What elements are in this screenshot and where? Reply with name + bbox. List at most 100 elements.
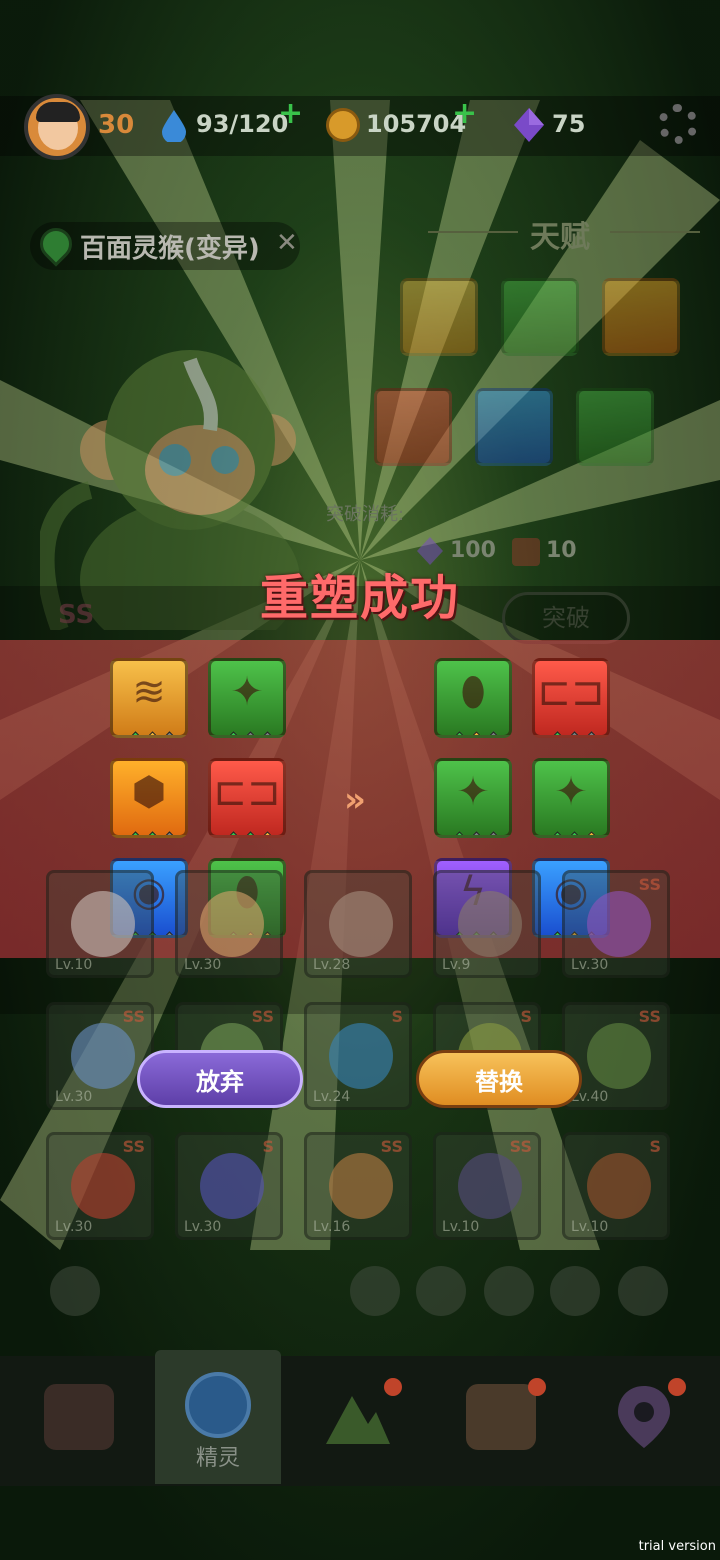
gear-icon[interactable] (658, 104, 698, 144)
quality-dot (159, 731, 179, 735)
before-talent-card[interactable]: ⊏⊐ (208, 758, 286, 838)
quality-dot (564, 831, 584, 835)
pet-level: Lv.16 (313, 1219, 351, 1235)
nav-bag-icon[interactable] (466, 1384, 536, 1450)
talent-slot-2[interactable] (501, 278, 579, 356)
before-talent-card[interactable]: ⬢ (110, 758, 188, 838)
avatar[interactable] (24, 94, 90, 160)
abandon-button[interactable]: 放弃 (137, 1050, 303, 1108)
nav-map-icon[interactable] (322, 1386, 392, 1448)
replace-button[interactable]: 替换 (416, 1050, 582, 1108)
nav-home-icon[interactable] (44, 1384, 114, 1450)
quality-dot (142, 831, 162, 835)
pet-card[interactable]: SS Lv.16 (304, 1132, 412, 1240)
quality-dot (483, 731, 503, 735)
pet-name: 百面灵猴(变异) (80, 234, 260, 264)
pet-portrait (587, 1153, 651, 1219)
pet-portrait (71, 891, 135, 957)
quality-dot (449, 831, 469, 835)
talent-slot-4[interactable] (374, 388, 452, 466)
player-level: 30 (98, 110, 135, 140)
pet-card[interactable]: SS Lv.40 (562, 1002, 670, 1110)
green-drop-icon: ⬮ (460, 669, 486, 716)
nav-location-icon[interactable] (614, 1382, 674, 1452)
quality-dot (223, 731, 243, 735)
quality-dots (113, 731, 185, 735)
grass-filter-button[interactable] (484, 1266, 534, 1316)
pet-rank: SS (638, 1007, 661, 1026)
pet-card[interactable]: SS Lv.10 (433, 1132, 541, 1240)
pet-card[interactable]: S Lv.24 (304, 1002, 412, 1110)
gem-value: 75 (552, 110, 586, 138)
energy-add-button[interactable]: + (278, 96, 303, 131)
quality-dot (257, 731, 277, 735)
coin-add-button[interactable]: + (452, 96, 477, 131)
nav-pet-label: 精灵 (195, 1446, 240, 1471)
lightning-filter-button[interactable] (618, 1266, 668, 1316)
earth-filter-button[interactable] (550, 1266, 600, 1316)
pet-portrait (71, 1153, 135, 1219)
quality-dot (257, 831, 277, 835)
nav-bag-badge (528, 1378, 546, 1396)
pet-card[interactable]: Lv.9 (433, 870, 541, 978)
talent-slot-1[interactable] (400, 278, 478, 356)
crystal-icon: ⬢ (131, 769, 167, 816)
quality-dots (211, 731, 283, 735)
pet-card[interactable]: SS Lv.30 (46, 1002, 154, 1110)
quality-dot (547, 831, 567, 835)
nav-pet-icon[interactable] (185, 1372, 251, 1438)
quality-dots (437, 731, 509, 735)
quality-dots (113, 831, 185, 835)
pet-level: Lv.30 (571, 957, 609, 973)
green-spike-icon: ✦ (554, 769, 588, 816)
quality-dots (535, 831, 607, 835)
quality-dots (211, 831, 283, 835)
clear-filter-button[interactable] (50, 1266, 100, 1316)
talent-slot-5[interactable] (475, 388, 553, 466)
before-talent-card[interactable]: ≋ (110, 658, 188, 738)
pet-portrait (587, 891, 651, 957)
quality-dot (564, 731, 584, 735)
arrow-right-icon: » (344, 780, 366, 820)
quality-dot (483, 831, 503, 835)
pet-card[interactable]: Lv.10 (46, 870, 154, 978)
before-talent-card[interactable]: ✦ (208, 658, 286, 738)
water-filter-button[interactable] (416, 1266, 466, 1316)
pet-level: Lv.30 (184, 957, 222, 973)
green-spike-icon: ✦ (230, 669, 264, 716)
pet-rank: SS (122, 1007, 145, 1026)
quality-dot (581, 831, 601, 835)
after-talent-card[interactable]: ⬮ (434, 658, 512, 738)
pet-level: Lv.10 (55, 957, 93, 973)
pet-portrait (329, 1153, 393, 1219)
pet-card[interactable]: S Lv.10 (562, 1132, 670, 1240)
talent-title: 天赋 (530, 220, 590, 255)
pet-level: Lv.10 (571, 1219, 609, 1235)
pet-portrait (329, 1023, 393, 1089)
pet-card[interactable]: S Lv.30 (175, 1132, 283, 1240)
pet-card[interactable]: SS Lv.30 (562, 870, 670, 978)
pet-level: Lv.30 (184, 1219, 222, 1235)
pet-rank: S (391, 1007, 403, 1026)
pet-card[interactable]: SS Lv.30 (46, 1132, 154, 1240)
after-talent-card[interactable]: ✦ (434, 758, 512, 838)
pet-rank: SS (251, 1007, 274, 1026)
gem-icon (514, 108, 544, 142)
pet-level: Lv.10 (442, 1219, 480, 1235)
energy-drop-icon (162, 110, 186, 142)
fire-filter-button[interactable] (350, 1266, 400, 1316)
talent-slot-3[interactable] (602, 278, 680, 356)
pet-rank: S (649, 1137, 661, 1156)
pet-portrait (587, 1023, 651, 1089)
after-talent-card[interactable]: ✦ (532, 758, 610, 838)
quality-dot (466, 731, 486, 735)
nav-map-badge (384, 1378, 402, 1396)
pet-level: Lv.28 (313, 957, 351, 973)
pet-card[interactable]: Lv.30 (175, 870, 283, 978)
coin-icon (326, 108, 360, 142)
pet-card[interactable]: Lv.28 (304, 870, 412, 978)
after-talent-card[interactable]: ⊏⊐ (532, 658, 610, 738)
talent-slot-6[interactable] (576, 388, 654, 466)
close-icon[interactable]: ✕ (276, 228, 298, 258)
quality-dots (535, 731, 607, 735)
